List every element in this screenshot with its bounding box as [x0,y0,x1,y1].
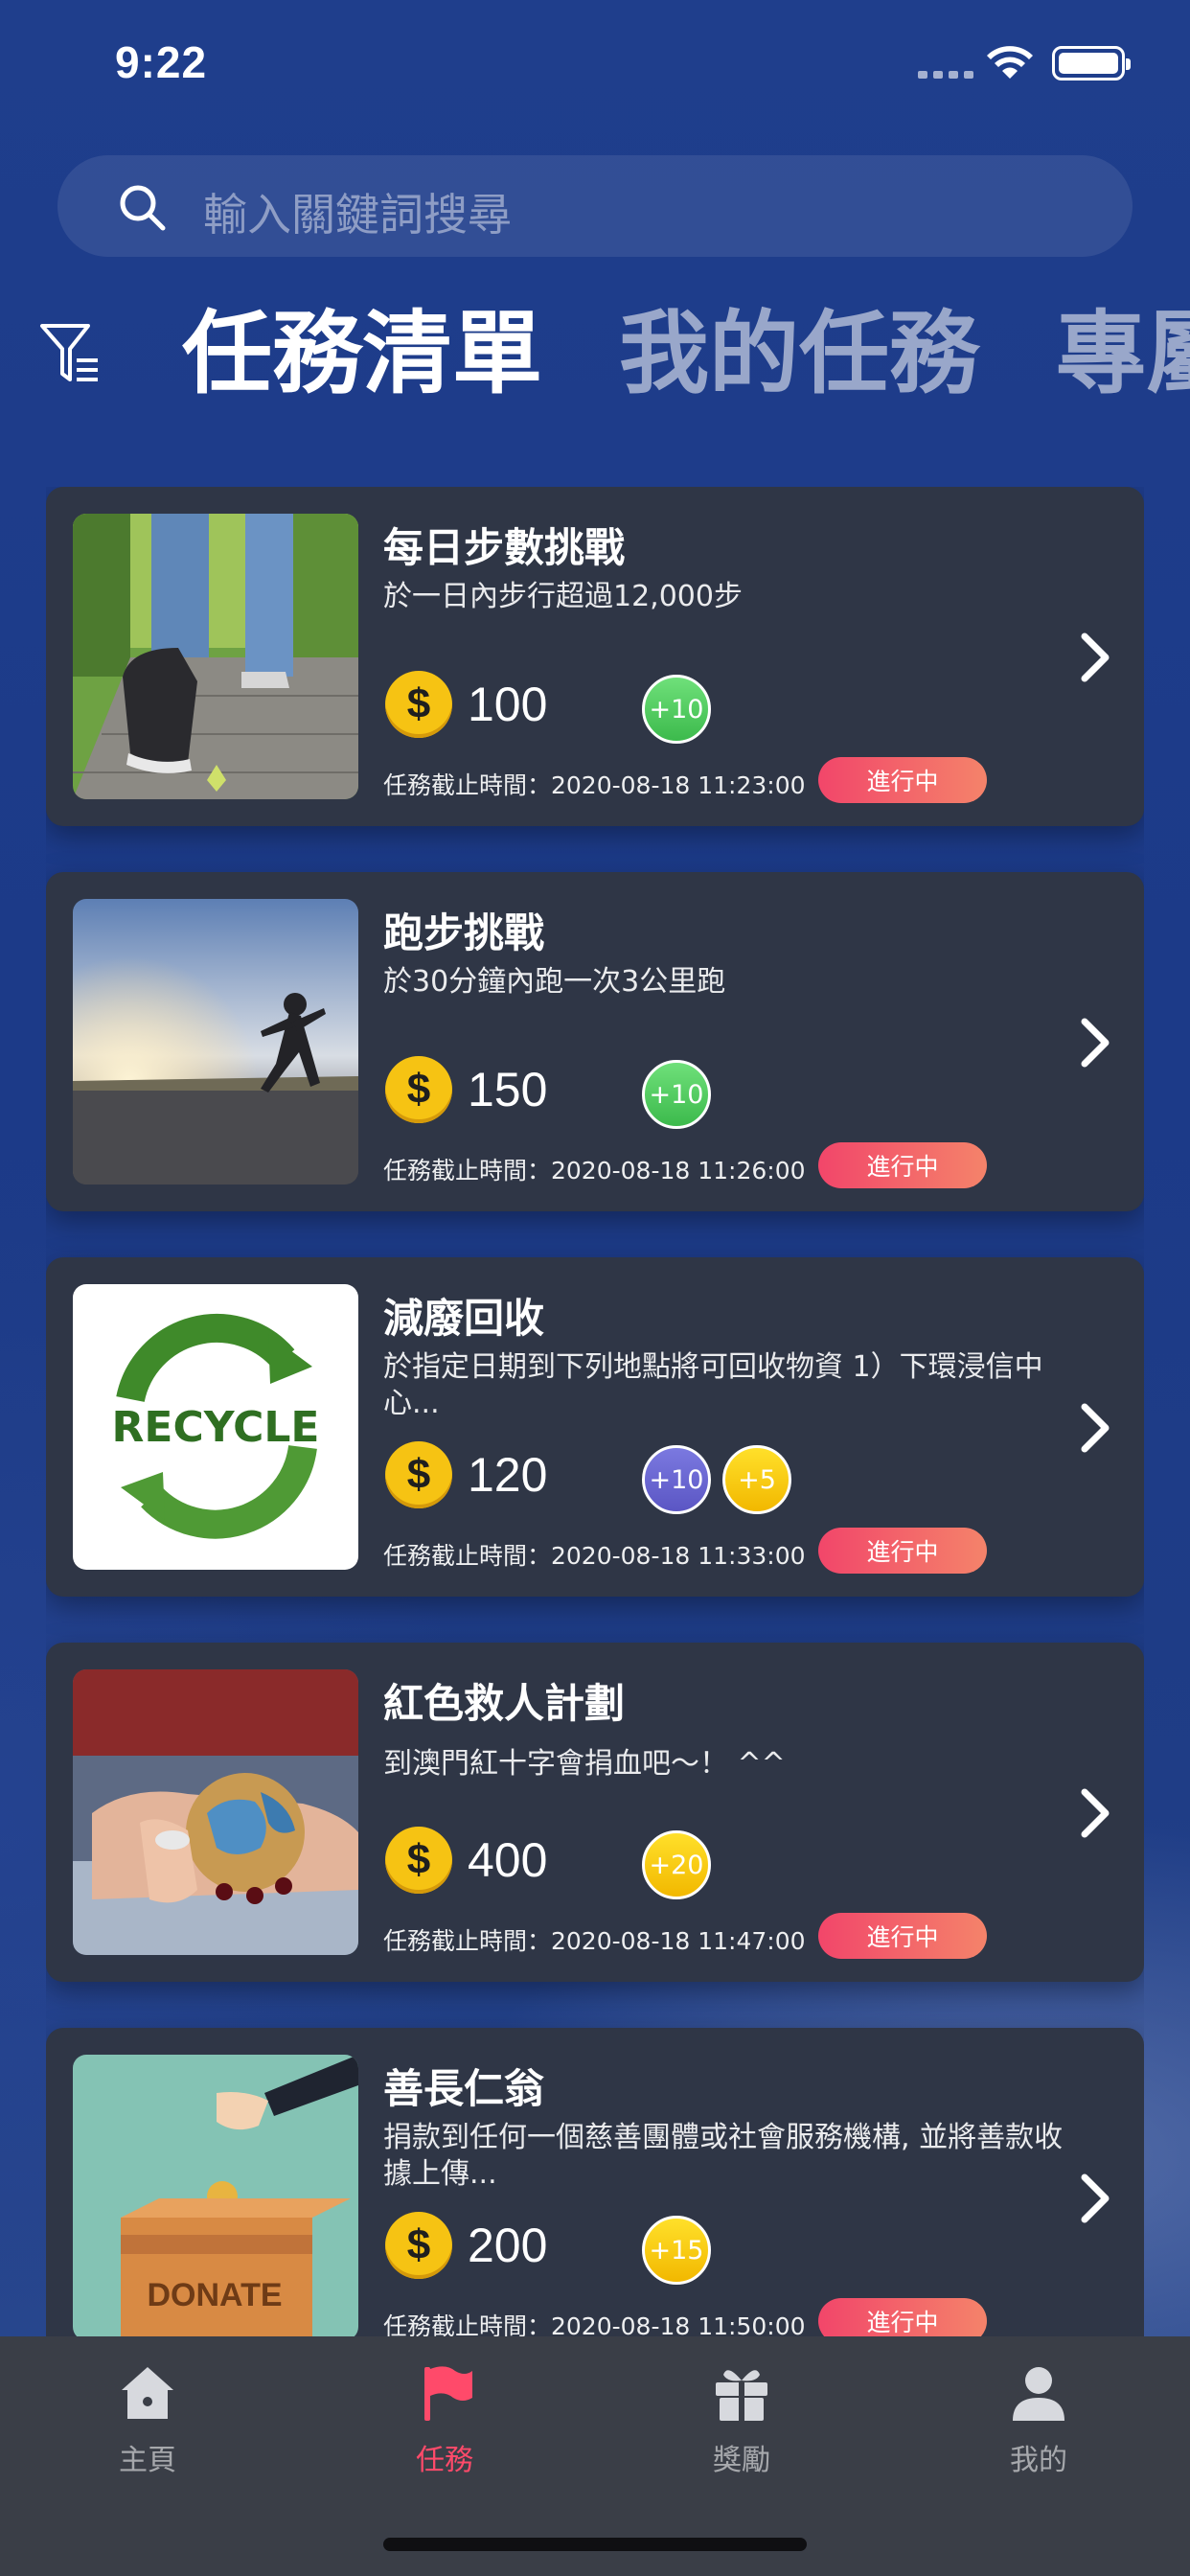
task-deadline: 任務截止時間：2020-08-18 11:50:00 [383,2312,806,2336]
chevron-right-icon[interactable] [1075,2170,1113,2227]
status-bar: 9:22 [0,0,1190,125]
svg-text:$: $ [407,1451,430,1498]
flag-icon [424,2366,472,2421]
tab-exclusive[interactable]: 專屬 [1056,297,1190,412]
svg-text:$: $ [407,1836,430,1883]
tab-bar-label: 任務 [416,2444,473,2477]
task-list: 每日步數挑戰 於一日內步行超過12,000步 $ 100 +10 任務截止時間：… [46,487,1144,2336]
task-image-walking [73,514,358,799]
task-deadline: 任務截止時間：2020-08-18 11:23:00 [383,771,806,799]
task-title: 每日步數挑戰 [383,524,626,571]
home-indicator [383,2538,807,2551]
task-points: 150 [468,1063,548,1116]
battery-icon [1052,46,1131,80]
task-image-recycle: RECYCLE [73,1284,358,1570]
task-title: 紅色救人計劃 [383,1680,626,1727]
task-card[interactable]: DONATE 善長仁翁 捐款到任何一個慈善團體或社會服務機構, 並將善款收據上傳… [46,2028,1144,2336]
coin-icon: $ [385,2212,452,2279]
status-badge: 進行中 [818,1913,987,1959]
filter-icon[interactable] [38,320,102,387]
gift-icon [716,2370,767,2421]
status-badge: 進行中 [818,1528,987,1574]
task-title: 減廢回收 [383,1295,545,1342]
task-image-runner [73,899,358,1184]
task-title: 善長仁翁 [383,2065,545,2112]
task-description: 到澳門紅十字會捐血吧～！ ^^ [383,1747,786,1781]
task-description: 於一日內步行超過12,000步 [383,580,743,613]
bonus-badge: +15 [642,2216,711,2285]
task-points: 200 [468,2219,548,2272]
tab-bar-label: 主頁 [119,2444,176,2477]
search-input[interactable]: 輸入關鍵詞搜尋 [203,180,512,243]
cellular-signal-icon [918,71,973,79]
tab-bar-item-rewards[interactable]: 獎勵 [655,2359,828,2478]
task-card[interactable]: 跑步挑戰 於30分鐘內跑一次3公里跑 $ 150 +10 任務截止時間：2020… [46,872,1144,1211]
task-deadline: 任務截止時間：2020-08-18 11:33:00 [383,1542,806,1570]
home-icon [122,2367,173,2419]
task-deadline: 任務截止時間：2020-08-18 11:26:00 [383,1157,806,1184]
bonus-badge: +20 [642,1830,711,1899]
chevron-right-icon[interactable] [1075,1014,1113,1071]
task-tabs: 任務清單 我的任務 專屬 [182,297,1190,412]
chevron-right-icon[interactable] [1075,1784,1113,1842]
clock: 9:22 [115,37,208,87]
task-description: 於指定日期到下列地點將可回收物資 1）下環浸信中心... [383,1350,1043,1420]
tab-bar-item-profile[interactable]: 我的 [952,2359,1125,2478]
tab-bar-item-tasks[interactable]: 任務 [358,2359,531,2478]
task-points: 120 [468,1448,548,1502]
svg-text:$: $ [407,680,430,727]
status-badge: 進行中 [818,1142,987,1188]
task-image-donate: DONATE [73,2055,358,2336]
status-badge: 進行中 [818,757,987,803]
svg-text:$: $ [407,1066,430,1113]
tab-bar-item-home[interactable]: 主頁 [61,2359,234,2478]
bonus-badge: +5 [722,1445,791,1514]
status-badge: 進行中 [818,2298,987,2336]
person-icon [1013,2367,1064,2421]
task-points: 100 [468,678,548,731]
task-image-blood-donation [73,1669,358,1955]
bonus-badge: +10 [642,675,711,744]
task-deadline: 任務截止時間：2020-08-18 11:47:00 [383,1927,806,1955]
recycle-image-text: RECYCLE [112,1403,320,1452]
coin-icon: $ [385,1827,452,1894]
search-bar[interactable]: 輸入關鍵詞搜尋 [57,155,1133,257]
donate-image-text: DONATE [147,2277,282,2313]
task-card[interactable]: RECYCLE 減廢回收 於指定日期到下列地點將可回收物資 1）下環浸信中心..… [46,1257,1144,1597]
coin-icon: $ [385,1441,452,1508]
task-card[interactable]: 紅色救人計劃 到澳門紅十字會捐血吧～！ ^^ $ 400 +20 任務截止時間：… [46,1643,1144,1982]
task-description: 於30分鐘內跑一次3公里跑 [383,965,726,999]
task-title: 跑步挑戰 [383,909,545,956]
tab-bar-label: 我的 [1010,2444,1067,2477]
task-description: 捐款到任何一個慈善團體或社會服務機構, 並將善款收據上傳... [383,2121,1064,2191]
search-icon [120,185,166,231]
wifi-icon [987,46,1033,79]
chevron-right-icon[interactable] [1075,629,1113,686]
chevron-right-icon[interactable] [1075,1399,1113,1457]
tab-bar-label: 獎勵 [713,2444,770,2477]
task-card[interactable]: 每日步數挑戰 於一日內步行超過12,000步 $ 100 +10 任務截止時間：… [46,487,1144,826]
bonus-badge: +10 [642,1445,711,1514]
bonus-badge: +10 [642,1060,711,1129]
coin-icon: $ [385,671,452,738]
coin-icon: $ [385,1056,452,1123]
task-points: 400 [468,1833,548,1887]
tab-task-list[interactable]: 任務清單 [182,297,542,412]
svg-text:$: $ [407,2221,430,2268]
tab-my-tasks[interactable]: 我的任務 [619,297,979,412]
